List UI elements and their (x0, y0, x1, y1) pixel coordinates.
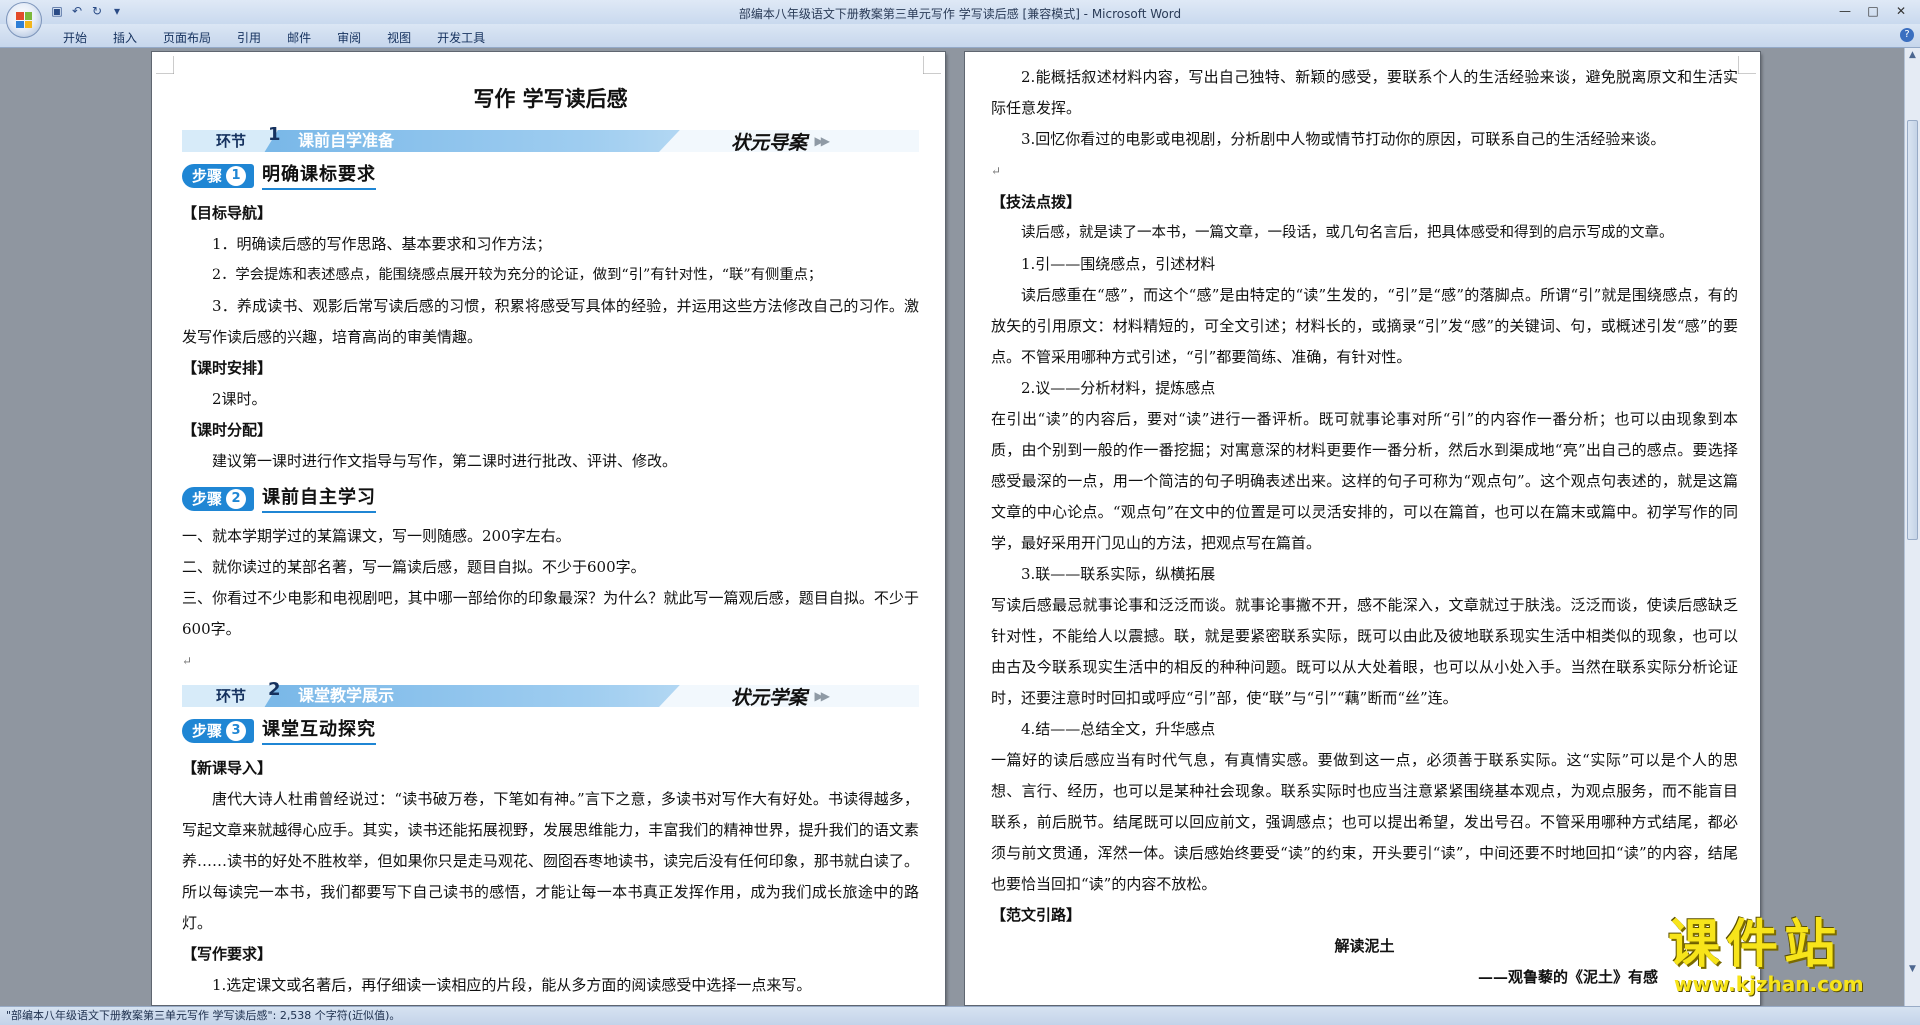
tab-developer[interactable]: 开发工具 (424, 29, 498, 46)
paragraph: 读后感，就是读了一本书，一篇文章，一段话，或几句名言后，把具体感受和得到的启示写… (1021, 225, 1674, 241)
goal-item: 2．学会提炼和表述感点，能围绕感点展开较为充分的论证，做到“引”有针对性，“联”… (212, 267, 823, 283)
paragraph: 读后感重在“感”，而这个“感”是由特定的“读”生发的，“引”是“感”的落脚点。所… (991, 286, 1738, 366)
sample-subtitle: ——观鲁藜的《泥土》有感 (1477, 968, 1658, 986)
sample-title: 解读泥土 (1334, 937, 1395, 955)
requirement-item: 2.能概括叙述材料内容，写出自己独特、新颖的感受，要联系个人的生活经验来谈，避免… (991, 68, 1738, 117)
step-banner-1: 步骤 1 明确课标要求 (182, 158, 919, 194)
ribbon-tab-bar: 开始 插入 页面布局 引用 邮件 审阅 视图 开发工具 ? (0, 24, 1920, 48)
step-title: 明确课标要求 (262, 162, 377, 190)
section-label: 【写作要求】 (182, 945, 273, 963)
section-banner-2: 环节 2 课堂教学展示 状元学案 ▶▶ (182, 679, 919, 709)
step-number: 3 (226, 721, 247, 741)
watermark-title: 课件站 (1668, 915, 1843, 975)
scroll-thumb[interactable] (1907, 120, 1918, 540)
section-label: 【课时安排】 (182, 359, 273, 377)
window-controls: — □ ✕ (1832, 3, 1914, 19)
banner-right-label: 状元导案 (730, 132, 807, 154)
minimize-button[interactable]: — (1832, 3, 1858, 19)
step-label: 步骤 (192, 490, 223, 508)
step-banner-2: 步骤 2 课前自主学习 (182, 481, 919, 517)
watermark-url: www.kjzhan.com (1674, 972, 1864, 996)
task-item: 三、你看过不少电影和电视剧吧，其中哪一部给你的印象最深？为什么？就此写一篇观后感… (182, 589, 919, 638)
tab-references[interactable]: 引用 (224, 29, 274, 46)
paragraph: 一篇好的读后感应当有时代气息，有真情实感。要做到这一点，必须善于联系实际。这“实… (991, 751, 1739, 893)
paragraph: 建议第一课时进行作文指导与写作，第二课时进行批改、评讲、修改。 (212, 452, 678, 470)
tab-review[interactable]: 审阅 (324, 29, 374, 46)
section-label: 【技法点拨】 (991, 193, 1082, 211)
crop-mark-icon (923, 56, 941, 74)
paragraph-mark-icon: ↵ (991, 164, 1002, 178)
double-arrow-icon: ▶▶ (814, 689, 831, 703)
paragraph-mark-icon: ↵ (182, 654, 193, 668)
section-label: 【新课导入】 (182, 759, 273, 777)
section-label: 【范文引路】 (991, 906, 1082, 924)
paragraph: 在引出“读”的内容后，要对“读”进行一番评析。既可就事论事对所“引”的内容作一番… (991, 410, 1738, 552)
task-item: 二、就你读过的某部名著，写一篇读后感，题目自拟。不少于600字。 (182, 558, 646, 576)
step-label: 步骤 (192, 167, 223, 185)
requirement-item: 3.回忆你看过的电影或电视剧，分析剧中人物或情节打动你的原因，可联系自己的生活经… (1021, 130, 1666, 148)
step-number: 2 (226, 489, 247, 509)
crop-mark-icon (1738, 56, 1756, 74)
banner-cap: 环节 (182, 130, 278, 152)
tab-home[interactable]: 开始 (50, 29, 100, 46)
banner-cap: 环节 (182, 685, 278, 707)
crop-mark-icon (156, 56, 174, 74)
vertical-scrollbar[interactable]: ▲ ▼ (1904, 48, 1920, 1006)
step-title: 课前自主学习 (262, 485, 377, 513)
task-item: 一、就本学期学过的某篇课文，写一则随感。200字左右。 (182, 527, 571, 545)
step-banner-3: 步骤 3 课堂互动探究 (182, 713, 919, 749)
tab-insert[interactable]: 插入 (100, 29, 150, 46)
goal-item: 3．养成读书、观影后常写读后感的习惯，积累将感受写具体的经验，并运用这些方法修改… (182, 297, 919, 346)
tab-page-layout[interactable]: 页面布局 (150, 29, 224, 46)
paragraph: 写读后感最忌就事论事和泛泛而谈。就事论事撇不开，感不能深入，文章就过于肤浅。泛泛… (991, 596, 1738, 707)
tab-mailings[interactable]: 邮件 (274, 29, 324, 46)
banner-label: 课前自学准备 (298, 131, 395, 150)
banner-label: 课堂教学展示 (298, 686, 395, 705)
subheading: 2.议——分析材料，提炼感点 (1021, 379, 1216, 397)
document-page-right[interactable]: 2.能概括叙述材料内容，写出自己独特、新颖的感受，要联系个人的生活经验来谈，避免… (965, 52, 1760, 1005)
banner-number: 2 (268, 679, 281, 700)
help-icon[interactable]: ? (1900, 28, 1914, 42)
scroll-up-icon[interactable]: ▲ (1905, 48, 1920, 62)
paragraph: 2课时。 (212, 390, 267, 408)
section-label: 【课时分配】 (182, 421, 273, 439)
document-title: 写作 学写读后感 (473, 87, 628, 111)
paragraph: 唐代大诗人杜甫曾经说过：“读书破万卷，下笔如有神。”言下之意，多读书对写作大有好… (182, 790, 919, 932)
window-title: 部编本八年级语文下册教案第三单元写作 学写读后感 [兼容模式] - Micros… (738, 7, 1182, 21)
office-logo-icon (16, 12, 32, 28)
double-arrow-icon: ▶▶ (814, 134, 831, 148)
subheading: 3.联——联系实际，纵横拓展 (1021, 565, 1216, 583)
subheading: 1.引——围绕感点，引述材料 (1021, 255, 1216, 273)
status-bar: "部编本八年级语文下册教案第三单元写作 学写读后感": 2,538 个字符(近似… (0, 1006, 1920, 1025)
step-label: 步骤 (192, 722, 223, 740)
document-page-left[interactable]: 写作 学写读后感 环节 1 课前自学准备 状元导案 ▶▶ 步骤 1 明确课标要求 … (152, 52, 945, 1005)
tab-view[interactable]: 视图 (374, 29, 424, 46)
banner-number: 1 (268, 124, 281, 145)
close-button[interactable]: ✕ (1888, 3, 1914, 19)
banner-right-label: 状元学案 (730, 687, 807, 709)
status-text: "部编本八年级语文下册教案第三单元写作 学写读后感": 2,538 个字符(近似… (6, 1009, 401, 1022)
step-title: 课堂互动探究 (262, 717, 377, 745)
section-label: 【目标导航】 (182, 204, 273, 222)
title-bar: ▣ ↶ ↻ ▾ 部编本八年级语文下册教案第三单元写作 学写读后感 [兼容模式] … (0, 0, 1920, 38)
watermark-logo: 课件站 www.kjzhan.com (1668, 916, 1908, 996)
section-banner-1: 环节 1 课前自学准备 状元导案 ▶▶ (182, 124, 919, 154)
office-button[interactable] (6, 2, 42, 38)
maximize-button[interactable]: □ (1860, 3, 1886, 19)
paragraph: 1.选定课文或名著后，再仔细读一读相应的片段，能从多方面的阅读感受中选择一点来写… (212, 976, 812, 994)
subheading: 4.结——总结全文，升华感点 (1021, 720, 1216, 738)
step-number: 1 (226, 166, 247, 186)
goal-item: 1．明确读后感的写作思路、基本要求和习作方法； (212, 235, 552, 253)
